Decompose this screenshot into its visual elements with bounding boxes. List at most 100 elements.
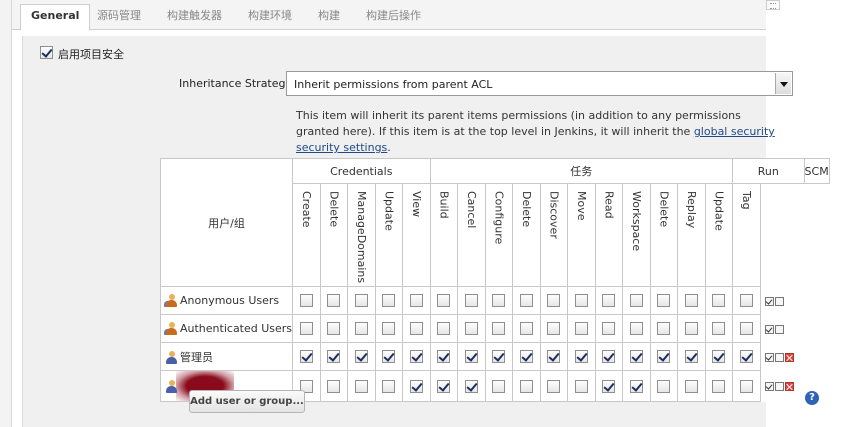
permission-checkbox[interactable]	[382, 379, 396, 393]
permission-checkbox[interactable]	[354, 350, 368, 364]
permission-checkbox[interactable]	[684, 294, 698, 308]
add-user-or-group-button[interactable]: Add user or group...	[189, 390, 305, 413]
unselect-all-icon[interactable]	[774, 352, 784, 362]
permission-cell	[732, 370, 761, 403]
inheritance-strategy-select[interactable]: Inherit permissions from parent ACL	[286, 71, 793, 96]
unselect-all-icon[interactable]	[774, 382, 784, 392]
help-icon[interactable]: ?	[805, 391, 819, 405]
permission-cell	[567, 286, 596, 316]
permission-checkbox[interactable]	[327, 350, 341, 364]
permission-checkbox[interactable]	[602, 350, 616, 364]
permission-checkbox[interactable]	[464, 294, 478, 308]
permission-checkbox[interactable]	[712, 322, 726, 336]
permission-checkbox[interactable]	[299, 294, 313, 308]
permission-header: Delete	[319, 182, 349, 288]
permission-checkbox[interactable]	[382, 294, 396, 308]
permission-checkbox[interactable]	[657, 294, 671, 308]
permission-checkbox[interactable]	[574, 379, 588, 393]
permission-checkbox[interactable]	[547, 379, 561, 393]
permission-checkbox[interactable]	[327, 379, 341, 393]
tab-item-5[interactable]: 构建后操作	[366, 6, 421, 30]
permission-checkbox[interactable]	[739, 379, 753, 393]
permission-checkbox[interactable]	[492, 350, 506, 364]
permission-checkbox[interactable]	[684, 379, 698, 393]
permission-checkbox[interactable]	[684, 350, 698, 364]
permission-checkbox[interactable]	[712, 350, 726, 364]
permission-cell	[457, 286, 486, 316]
tab-general[interactable]: General	[20, 4, 91, 31]
permission-checkbox[interactable]	[299, 350, 313, 364]
permission-checkbox[interactable]	[574, 294, 588, 308]
select-all-icon[interactable]	[764, 352, 774, 362]
permission-checkbox[interactable]	[739, 322, 753, 336]
unselect-all-icon[interactable]	[774, 296, 784, 306]
permission-checkbox[interactable]	[464, 379, 478, 393]
permission-checkbox[interactable]	[354, 294, 368, 308]
permission-checkbox[interactable]	[354, 322, 368, 336]
permission-checkbox[interactable]	[519, 322, 533, 336]
permission-checkbox[interactable]	[574, 322, 588, 336]
permission-checkbox[interactable]	[629, 322, 643, 336]
permission-checkbox[interactable]	[409, 294, 423, 308]
permission-checkbox[interactable]	[629, 379, 643, 393]
permission-header-label: Tag	[739, 191, 753, 210]
permission-checkbox[interactable]	[327, 294, 341, 308]
permission-checkbox[interactable]	[437, 294, 451, 308]
permission-header-label: Delete	[657, 191, 671, 228]
permission-checkbox[interactable]	[409, 322, 423, 336]
permission-checkbox[interactable]	[464, 350, 478, 364]
unselect-all-icon[interactable]	[774, 324, 784, 334]
permission-checkbox[interactable]	[492, 379, 506, 393]
permission-checkbox[interactable]	[574, 350, 588, 364]
permission-checkbox[interactable]	[492, 322, 506, 336]
permission-cell	[677, 370, 706, 403]
permission-checkbox[interactable]	[739, 350, 753, 364]
permission-checkbox[interactable]	[602, 294, 616, 308]
permission-checkbox[interactable]	[657, 379, 671, 393]
tab-item-1[interactable]: 源码管理	[97, 6, 141, 30]
tab-item-3[interactable]: 构建环境	[248, 6, 292, 30]
permission-checkbox[interactable]	[409, 379, 423, 393]
permission-checkbox[interactable]	[547, 294, 561, 308]
permission-checkbox[interactable]	[629, 294, 643, 308]
permission-checkbox[interactable]	[602, 322, 616, 336]
permission-checkbox[interactable]	[382, 350, 396, 364]
permission-checkbox[interactable]	[739, 294, 753, 308]
permission-checkbox[interactable]	[409, 350, 423, 364]
permission-checkbox[interactable]	[712, 379, 726, 393]
permission-checkbox[interactable]	[492, 294, 506, 308]
remove-entry-icon[interactable]	[784, 382, 794, 392]
permission-checkbox[interactable]	[437, 379, 451, 393]
enable-security-checkbox[interactable]	[40, 46, 53, 59]
permission-header-label: Discover	[547, 191, 561, 239]
select-all-icon[interactable]	[764, 382, 774, 392]
chevron-down-icon[interactable]	[775, 73, 791, 94]
tab-item-4[interactable]: 构建	[318, 6, 340, 30]
permission-checkbox[interactable]	[299, 322, 313, 336]
permission-checkbox[interactable]	[327, 322, 341, 336]
permission-checkbox[interactable]	[437, 322, 451, 336]
permission-checkbox[interactable]	[547, 322, 561, 336]
select-all-icon[interactable]	[764, 296, 774, 306]
permission-checkbox[interactable]	[354, 379, 368, 393]
permission-cell	[512, 370, 541, 403]
tab-item-2[interactable]: 构建触发器	[167, 6, 222, 30]
permission-checkbox[interactable]	[657, 350, 671, 364]
permission-checkbox[interactable]	[382, 322, 396, 336]
permission-checkbox[interactable]	[684, 322, 698, 336]
permission-checkbox[interactable]	[464, 322, 478, 336]
remove-entry-icon[interactable]	[784, 352, 794, 362]
permission-checkbox[interactable]	[547, 350, 561, 364]
select-all-icon[interactable]	[764, 324, 774, 334]
permission-checkbox[interactable]	[629, 350, 643, 364]
enable-security-label: 启用项目安全	[58, 48, 124, 61]
permission-checkbox[interactable]	[657, 322, 671, 336]
scroll-indicator[interactable]	[766, 0, 780, 10]
permission-checkbox[interactable]	[519, 379, 533, 393]
permission-checkbox[interactable]	[519, 294, 533, 308]
permission-checkbox[interactable]	[437, 350, 451, 364]
permission-checkbox[interactable]	[712, 294, 726, 308]
permission-cell	[594, 286, 624, 316]
permission-checkbox[interactable]	[519, 350, 533, 364]
permission-checkbox[interactable]	[602, 379, 616, 393]
